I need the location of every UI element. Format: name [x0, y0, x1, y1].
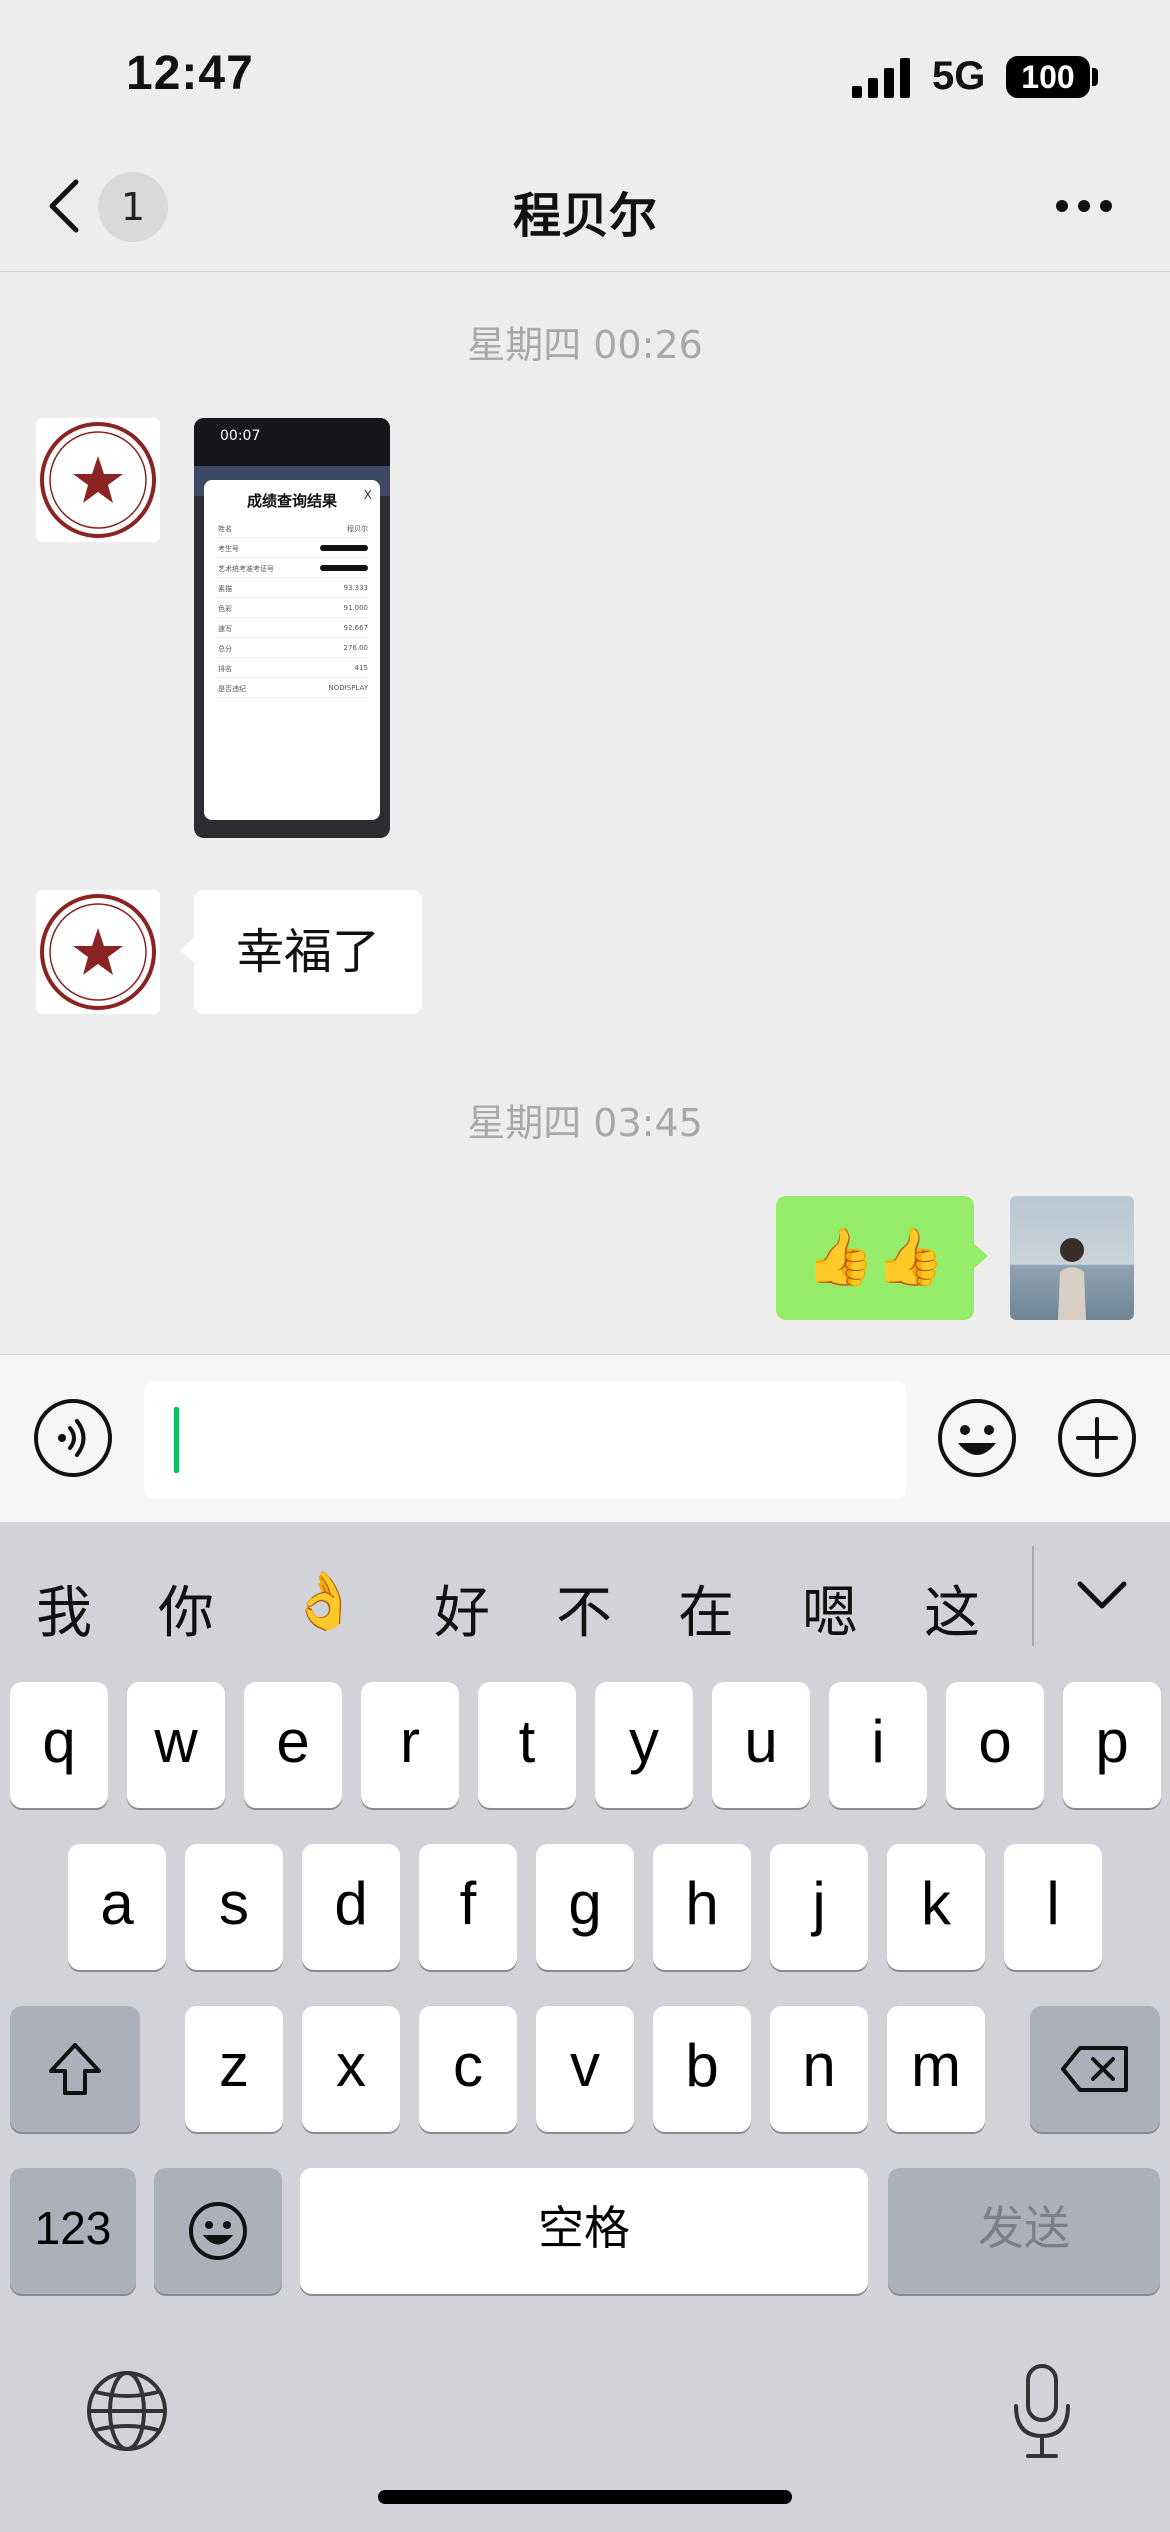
result-row: 姓名 程贝尔 — [218, 518, 368, 538]
message-input[interactable] — [144, 1381, 906, 1499]
key-s[interactable]: s — [185, 1844, 283, 1970]
contact-avatar[interactable] — [36, 418, 160, 542]
result-card: 成绩查询结果 X 姓名 程贝尔 考生号 艺术统考准考证号 素描 93.333 色彩 9… — [204, 480, 380, 820]
result-row: 艺术统考准考证号 — [218, 558, 368, 578]
space-key[interactable]: 空格 — [300, 2168, 868, 2294]
plus-icon[interactable] — [1056, 1397, 1138, 1479]
key-k[interactable]: k — [887, 1844, 985, 1970]
key-g[interactable]: g — [536, 1844, 634, 1970]
key-y[interactable]: y — [595, 1682, 693, 1808]
key-c[interactable]: c — [419, 2006, 517, 2132]
received-message-bubble[interactable]: 幸福了 — [180, 890, 422, 1014]
result-row: 素描 93.333 — [218, 578, 368, 598]
timestamp: 星期四 00:26 — [467, 323, 703, 367]
result-row: 总分 276.00 — [218, 638, 368, 658]
seal-avatar-icon — [40, 422, 156, 538]
user-avatar[interactable] — [1010, 1196, 1134, 1320]
key-t[interactable]: t — [478, 1682, 576, 1808]
key-w[interactable]: w — [127, 1682, 225, 1808]
key-a[interactable]: a — [68, 1844, 166, 1970]
voice-icon[interactable] — [32, 1397, 114, 1479]
shift-icon — [49, 2043, 101, 2095]
candidate-word[interactable]: 👌 — [274, 1568, 374, 1634]
image-message[interactable]: 00:07 成绩查询结果 X 姓名 程贝尔 考生号 艺术统考准考证号 素描 93.3… — [194, 418, 390, 838]
battery-icon: 100 — [1006, 56, 1090, 98]
shift-key[interactable] — [10, 2006, 140, 2132]
emoji-key[interactable] — [154, 2168, 282, 2294]
numbers-key[interactable]: 123 — [10, 2168, 136, 2294]
result-card-title: 成绩查询结果 — [246, 492, 337, 510]
key-d[interactable]: d — [302, 1844, 400, 1970]
backspace-key[interactable] — [1030, 2006, 1160, 2132]
input-bar — [0, 1354, 1170, 1522]
globe-icon[interactable] — [84, 2368, 170, 2454]
key-n[interactable]: n — [770, 2006, 868, 2132]
candidate-word[interactable]: 好 — [412, 1568, 512, 1649]
key-j[interactable]: j — [770, 1844, 868, 1970]
key-e[interactable]: e — [244, 1682, 342, 1808]
key-x[interactable]: x — [302, 2006, 400, 2132]
candidate-word[interactable]: 这 — [902, 1568, 1002, 1649]
status-bar: 12:47 5G 100 — [0, 0, 1170, 150]
sent-message-bubble[interactable]: 👍👍 — [776, 1196, 988, 1320]
emoji-icon — [189, 2202, 247, 2260]
send-key[interactable]: 发送 — [888, 2168, 1160, 2294]
redaction-mark — [320, 565, 368, 571]
key-b[interactable]: b — [653, 2006, 751, 2132]
chat-title: 程贝尔 — [512, 188, 657, 244]
screenshot-statusbar: 00:07 — [194, 418, 390, 466]
result-row: 色彩 91.000 — [218, 598, 368, 618]
candidate-word[interactable]: 不 — [534, 1568, 634, 1649]
result-row: 考生号 — [218, 538, 368, 558]
status-time: 12:47 — [126, 47, 254, 100]
backspace-icon — [1061, 2046, 1128, 2092]
key-r[interactable]: r — [361, 1682, 459, 1808]
key-p[interactable]: p — [1063, 1682, 1161, 1808]
candidate-word[interactable]: 你 — [136, 1568, 236, 1649]
more-icon[interactable] — [1054, 196, 1114, 216]
person-avatar-icon — [1058, 1238, 1086, 1320]
key-o[interactable]: o — [946, 1682, 1044, 1808]
key-v[interactable]: v — [536, 2006, 634, 2132]
key-f[interactable]: f — [419, 1844, 517, 1970]
timestamp: 星期四 03:45 — [467, 1101, 703, 1145]
key-q[interactable]: q — [10, 1682, 108, 1808]
key-u[interactable]: u — [712, 1682, 810, 1808]
nav-bar: 1 程贝尔 — [0, 150, 1170, 272]
key-z[interactable]: z — [185, 2006, 283, 2132]
battery-nub — [1092, 68, 1098, 86]
candidate-word[interactable]: 嗯 — [780, 1568, 880, 1649]
key-l[interactable]: l — [1004, 1844, 1102, 1970]
key-m[interactable]: m — [887, 2006, 985, 2132]
contact-avatar[interactable] — [36, 890, 160, 1014]
microphone-icon[interactable] — [1008, 2362, 1076, 2462]
close-icon: X — [363, 488, 372, 502]
seal-avatar-icon — [40, 894, 156, 1010]
candidate-divider — [1032, 1546, 1034, 1646]
home-indicator — [378, 2490, 792, 2504]
screenshot-time: 00:07 — [220, 428, 261, 444]
result-row: 速写 92.667 — [218, 618, 368, 638]
signal-icon — [852, 58, 910, 98]
chevron-down-icon[interactable] — [1076, 1578, 1128, 1614]
network-label: 5G — [932, 54, 986, 98]
candidate-word[interactable]: 我 — [14, 1568, 114, 1649]
redaction-mark — [320, 545, 368, 551]
emoji-icon[interactable] — [936, 1397, 1018, 1479]
result-row: 排名 415 — [218, 658, 368, 678]
key-i[interactable]: i — [829, 1682, 927, 1808]
candidate-word[interactable]: 在 — [656, 1568, 756, 1649]
key-h[interactable]: h — [653, 1844, 751, 1970]
candidate-bar: 我 你 👌 好 不 在 嗯 这 — [0, 1522, 1170, 1682]
result-row: 是否违纪 NODISPLAY — [218, 678, 368, 698]
text-cursor — [174, 1407, 179, 1473]
